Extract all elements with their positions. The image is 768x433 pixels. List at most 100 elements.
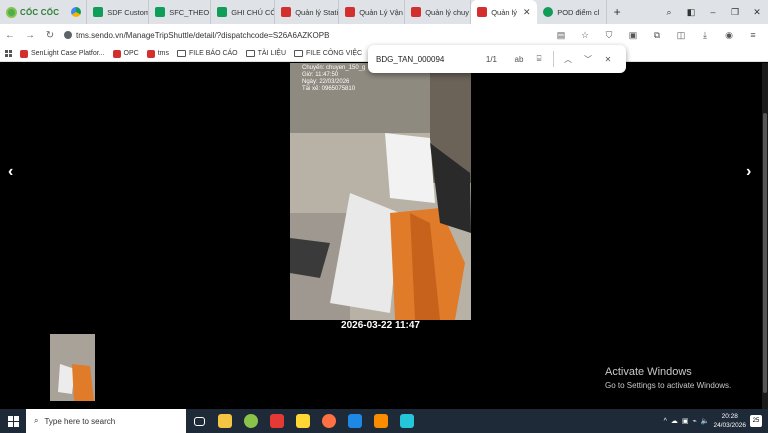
url-text: tms.sendo.vn/ManageTripShuttle/detail/?d… <box>76 30 330 40</box>
find-input[interactable]: BDG_TAN_000094 <box>376 55 486 64</box>
match-word-icon[interactable]: ⌸ <box>529 54 549 64</box>
wps-icon[interactable] <box>264 409 290 433</box>
pod-icon <box>543 7 554 17</box>
browser-brand[interactable]: CỐC CỐC <box>0 0 65 24</box>
coccoc-taskbar-icon[interactable] <box>238 409 264 433</box>
back-icon[interactable]: ← <box>0 30 20 41</box>
thumbnail-illustration <box>50 334 95 401</box>
reload-icon[interactable]: ↻ <box>40 30 60 41</box>
tab-quan-ly-station[interactable]: Quản lý Stati <box>275 0 340 24</box>
url-field[interactable]: tms.sendo.vn/ManageTripShuttle/detail/?d… <box>64 26 544 44</box>
bookmark-senlight[interactable]: SenLight Case Platfor... <box>20 49 105 58</box>
previous-image-button[interactable]: ‹ <box>8 163 13 181</box>
overlay-line: Giờ: 11:47:50 <box>302 72 339 78</box>
tab-label: Quản lý chuy <box>425 7 469 17</box>
find-result-count: 1/1 <box>485 54 497 64</box>
tab-quan-ly-active[interactable]: Quản lý ✕ <box>471 0 538 24</box>
chevron-up-icon[interactable]: ^ <box>664 418 667 425</box>
zalo-icon[interactable] <box>342 409 368 433</box>
photo-illustration <box>290 63 471 320</box>
photo-overlay-text: Chuyến: chuyen_150_g Giờ: 11:47:50 Ngày:… <box>302 65 365 93</box>
scrollbar-thumb[interactable] <box>763 113 767 393</box>
tab-pod[interactable]: POD điểm cl <box>537 0 608 24</box>
clock[interactable]: 20:28 24/03/2026 <box>713 412 746 430</box>
brand-label: CỐC CỐC <box>20 7 60 17</box>
sticky-notes-icon[interactable] <box>290 409 316 433</box>
cloud-icon[interactable]: ☁ <box>671 417 678 425</box>
profile-icon[interactable]: ◉ <box>718 30 740 41</box>
apps-grid-icon[interactable] <box>5 50 12 57</box>
reader-icon[interactable]: ▤ <box>550 30 572 41</box>
find-previous-icon[interactable]: ︿ <box>558 54 578 65</box>
download-icon[interactable]: ⤓ <box>694 30 716 41</box>
bookmark-tms[interactable]: tms <box>146 49 169 58</box>
app-orange-icon[interactable] <box>316 409 342 433</box>
restore-icon[interactable]: ❐ <box>724 7 746 18</box>
tab-label: SDF Custome <box>107 7 148 17</box>
sheets-icon <box>217 7 228 17</box>
tab-quan-ly-chuyen[interactable]: Quản lý chuy <box>405 0 472 24</box>
close-tab-icon[interactable]: ✕ <box>523 7 531 18</box>
find-next-icon[interactable]: ﹀ <box>578 54 598 65</box>
bookmark-tai-lieu[interactable]: TÀI LIỆU <box>245 50 286 57</box>
volume-icon[interactable]: 🔈 <box>701 417 710 425</box>
delivery-photo[interactable]: Chuyến: chuyen_150_g Giờ: 11:47:50 Ngày:… <box>290 63 471 320</box>
app-blue-icon[interactable] <box>394 409 420 433</box>
watermark-subtitle: Go to Settings to activate Windows. <box>605 381 732 390</box>
minimize-icon[interactable]: – <box>702 7 724 17</box>
split-view-icon[interactable]: ◫ <box>670 30 692 41</box>
bookmark-star-icon[interactable]: ☆ <box>574 30 596 41</box>
find-close-icon[interactable]: ✕ <box>598 55 618 64</box>
extension-icon[interactable]: ◧ <box>680 7 702 18</box>
tab-sdf-customer[interactable]: SDF Custome <box>87 0 150 24</box>
google-drive-icon <box>71 7 82 17</box>
task-view-icon[interactable] <box>186 409 212 433</box>
page-scrollbar[interactable] <box>762 63 768 409</box>
menu-icon[interactable]: ≡ <box>742 30 764 40</box>
tab-search-icon[interactable]: ⌕ <box>658 7 680 18</box>
window-controls: ⌕ ◧ – ❐ ✕ <box>658 0 768 24</box>
site-info-icon[interactable] <box>64 31 72 39</box>
tab-label: Quản lý Stati <box>295 7 339 17</box>
bookmark-file-bao-cao[interactable]: FILE BÁO CÁO <box>177 50 238 57</box>
notification-button[interactable]: 25 <box>750 415 762 427</box>
taskbar-search[interactable]: ⌕ Type here to search <box>26 409 186 433</box>
puzzle-icon[interactable]: ⧉ <box>646 30 668 41</box>
app-tray-icon[interactable]: ▣ <box>682 417 689 425</box>
sendo-icon <box>281 7 292 17</box>
overlay-line: Chuyến: chuyen_150_g <box>302 65 366 71</box>
bookmark-opc[interactable]: OPC <box>112 49 139 58</box>
folder-icon <box>294 50 304 57</box>
clock-date: 24/03/2026 <box>713 422 746 429</box>
new-tab-button[interactable]: + <box>607 5 627 19</box>
sendo-icon <box>112 49 121 58</box>
tab-quan-ly-van[interactable]: Quản Lý Vận <box>339 0 406 24</box>
shield-icon[interactable]: ⛉ <box>598 30 620 41</box>
tab-drive[interactable] <box>65 0 88 24</box>
close-window-icon[interactable]: ✕ <box>746 7 768 18</box>
bookmark-label: FILE CÔNG VIỆC <box>306 50 363 57</box>
bookmark-file-cong-viec[interactable]: FILE CÔNG VIỆC <box>294 50 362 57</box>
match-case-button[interactable]: ab <box>509 55 529 64</box>
sendo-icon <box>146 49 155 58</box>
extension-red-icon[interactable]: ▣ <box>622 30 644 41</box>
coccoc-logo-icon <box>6 6 17 18</box>
address-bar: ← → ↻ tms.sendo.vn/ManageTripShuttle/det… <box>0 24 768 46</box>
screen: CỐC CỐC SDF Custome SFC_THEO D GHI CHÚ C… <box>0 0 768 433</box>
activate-windows-watermark: Activate Windows Go to Settings to activ… <box>605 366 731 390</box>
tab-sfc-theo[interactable]: SFC_THEO D <box>149 0 212 24</box>
network-icon[interactable]: ⌁ <box>693 417 697 425</box>
sendo-icon <box>477 7 488 17</box>
search-icon: ⌕ <box>34 416 39 425</box>
app-fire-icon[interactable] <box>368 409 394 433</box>
overlay-line: Tài xế: 0965075810 <box>302 86 356 92</box>
tab-ghi-chu[interactable]: GHI CHÚ CÓ <box>211 0 276 24</box>
start-button[interactable] <box>0 409 26 433</box>
next-image-button[interactable]: › <box>746 163 751 181</box>
clock-time: 20:28 <box>721 413 738 420</box>
sendo-icon <box>20 49 28 58</box>
tab-label: Quản lý <box>491 7 518 17</box>
file-explorer-icon[interactable] <box>212 409 238 433</box>
forward-icon[interactable]: → <box>20 30 40 41</box>
photo-thumbnail[interactable] <box>50 334 95 401</box>
